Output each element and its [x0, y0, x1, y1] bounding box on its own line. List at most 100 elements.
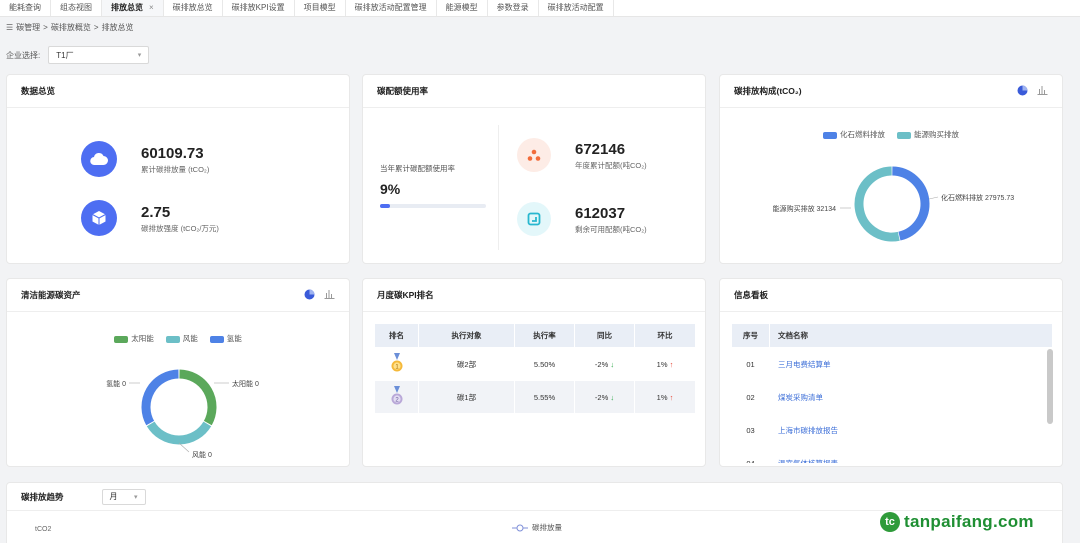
tab-emission-overview[interactable]: 排放总览 × — [102, 0, 164, 16]
composition-card: 碳排放构成(tCO₂) 化石燃料排放 能源购买排放 能源购买排放 32134 化… — [719, 74, 1063, 264]
intensity-kpi: 2.75 碳排放强度 (tCO₂/万元) — [81, 200, 219, 236]
breadcrumb-separator: > — [43, 23, 48, 32]
doc-link[interactable]: 上海市碳排放报告 — [769, 413, 1053, 447]
th-yoy: 同比 — [574, 323, 635, 348]
cube-icon — [81, 200, 117, 236]
no-cell: 01 — [731, 347, 770, 381]
breadcrumb-item[interactable]: 碳排放概览 — [51, 22, 91, 33]
table-row[interactable]: 02 煤炭采购清单 — [731, 380, 1053, 414]
legend-item[interactable]: 化石燃料排放 — [823, 129, 885, 140]
legend-item[interactable]: 氢能 — [209, 333, 242, 344]
kpi-ranking-card: 月度碳KPI排名 排名 执行对象 执行率 同比 环比 1 碳2部 5.50% -… — [362, 278, 706, 467]
mom-cell: 1% ↑ — [634, 347, 696, 381]
table-row[interactable]: 03 上海市碳排放报告 — [731, 413, 1053, 447]
th-rate: 执行率 — [514, 323, 575, 348]
close-icon[interactable]: × — [149, 3, 154, 12]
tab-parameter-entry[interactable]: 参数登录 — [488, 0, 539, 16]
tab-carbon-overview[interactable]: 碳排放总览 — [164, 0, 223, 16]
quota-card-header: 碳配额使用率 — [363, 75, 705, 108]
kpi-ranking-table-wrap: 排名 执行对象 执行率 同比 环比 1 碳2部 5.50% -2% ↓ 1% ↑… — [374, 323, 696, 414]
table-row[interactable]: 2 碳1部 5.55% -2% ↓ 1% ↑ — [374, 380, 696, 414]
tab-energy-query[interactable]: 能耗查询 — [0, 0, 51, 16]
pie-chart-icon[interactable] — [304, 289, 315, 302]
doc-link[interactable]: 温室气体核算报表 — [769, 446, 1053, 463]
donut-slice-wind[interactable] — [146, 421, 212, 445]
org-chart-icon — [517, 138, 551, 172]
company-filter: 企业选择: T1厂 ▾ — [6, 46, 150, 64]
tab-activity-config[interactable]: 碳排放活动配置 — [539, 0, 614, 16]
clean-energy-donut — [141, 369, 217, 445]
tab-kpi-settings[interactable]: 碳排放KPI设置 — [223, 0, 295, 16]
clean-energy-legend: 太阳能 风能 氢能 — [7, 333, 349, 344]
chevron-down-icon: ▾ — [137, 52, 142, 59]
donut-slice-energy-purchase[interactable] — [854, 166, 900, 242]
composition-donut-chart: 能源购买排放 32134 化石燃料排放 27975.73 — [773, 166, 1014, 242]
emission-value: 60109.73 — [141, 144, 204, 162]
legend-item[interactable]: 能源购买排放 — [897, 129, 959, 140]
quota-progress-track — [380, 204, 486, 208]
kpi-ranking-table: 排名 执行对象 执行率 同比 环比 1 碳2部 5.50% -2% ↓ 1% ↑… — [374, 323, 696, 414]
donut-slice-hydrogen[interactable] — [141, 369, 179, 426]
rank-cell: 1 — [374, 347, 419, 381]
period-select-value: 月 — [109, 492, 118, 501]
arrow-down-icon: ↓ — [610, 359, 615, 369]
legend-item[interactable]: 风能 — [165, 333, 198, 344]
quota-title: 碳配额使用率 — [377, 86, 429, 96]
composition-legend: 化石燃料排放 能源购买排放 — [720, 129, 1062, 140]
quota-usage-value: 9% — [380, 181, 401, 197]
trend-ylabel: tCO2 — [35, 526, 52, 533]
silver-medal-icon: 2 — [391, 386, 402, 405]
no-cell: 03 — [731, 413, 770, 447]
watermark: tc tanpaifang.com — [880, 512, 1034, 532]
intensity-label: 碳排放强度 (tCO₂/万元) — [141, 223, 219, 233]
trend-card-header: 碳排放趋势 月 ▾ — [7, 483, 1062, 511]
scrollbar[interactable] — [1047, 349, 1053, 424]
cloud-icon — [81, 141, 117, 177]
bar-chart-icon[interactable] — [324, 289, 335, 301]
breadcrumb-item: 排放总览 — [101, 23, 134, 32]
donut-slice-solar[interactable] — [179, 369, 217, 426]
donut-slice-fossil-fuel[interactable] — [892, 166, 930, 241]
remaining-quota-kpi: 612037 剩余可用配额(吨CO₂) — [517, 202, 647, 236]
table-row[interactable]: 01 三月电费结算单 — [731, 347, 1053, 381]
label-hydrogen: 氢能 0 — [106, 379, 126, 388]
kpi-ranking-title: 月度碳KPI排名 — [377, 290, 434, 300]
tab-scada-view[interactable]: 组态视图 — [51, 0, 102, 16]
label-energy-purchase: 能源购买排放 32134 — [773, 204, 837, 213]
overview-title: 数据总览 — [21, 86, 56, 96]
label-line — [178, 442, 190, 453]
label-fossil-fuel: 化石燃料排放 27975.73 — [941, 193, 1014, 202]
kpi-ranking-card-header: 月度碳KPI排名 — [363, 279, 705, 312]
watermark-text: tanpaifang.com — [904, 512, 1034, 531]
doc-link[interactable]: 三月电费结算单 — [769, 347, 1053, 381]
quota-usage: 当年累计碳配额使用率 9% — [380, 163, 486, 208]
doc-link[interactable]: 煤炭采购清单 — [769, 380, 1053, 414]
object-cell: 碳1部 — [418, 380, 515, 414]
info-board-table-wrap[interactable]: 序号 文档名称 01 三月电费结算单 02 煤炭采购清单 03 上海市碳排放报告… — [731, 323, 1053, 463]
yoy-cell: -2% ↓ — [574, 347, 635, 381]
quota-progress-fill — [380, 204, 390, 208]
th-object: 执行对象 — [418, 323, 515, 348]
intensity-value: 2.75 — [141, 203, 171, 221]
trend-legend[interactable]: 碳排放量 — [512, 522, 562, 533]
tab-activity-config-mgmt[interactable]: 碳排放活动配置管理 — [346, 0, 437, 16]
label-solar: 太阳能 0 — [232, 379, 259, 388]
menu-icon[interactable]: ☰ — [6, 23, 13, 32]
period-select[interactable]: 月 ▾ — [101, 488, 146, 505]
arrow-up-icon: ↑ — [669, 359, 674, 369]
quota-usage-label: 当年累计碳配额使用率 — [380, 164, 455, 173]
overview-card-header: 数据总览 — [7, 75, 349, 108]
no-cell: 02 — [731, 380, 770, 414]
emission-label: 累计碳排放量 (tCO₂) — [141, 164, 210, 174]
legend-item[interactable]: 太阳能 — [114, 333, 154, 344]
tab-project-model[interactable]: 项目模型 — [295, 0, 346, 16]
bar-chart-icon[interactable] — [1037, 85, 1048, 97]
tab-energy-model[interactable]: 能源模型 — [437, 0, 488, 16]
company-select[interactable]: T1厂 ▾ — [48, 46, 150, 64]
table-row[interactable]: 1 碳2部 5.50% -2% ↓ 1% ↑ — [374, 347, 696, 381]
remaining-quota-label: 剩余可用配额(吨CO₂) — [575, 224, 647, 234]
breadcrumb-item[interactable]: 碳管理 — [16, 22, 40, 33]
line-legend-icon — [512, 524, 528, 531]
pie-chart-icon[interactable] — [1017, 85, 1028, 98]
table-row[interactable]: 04 温室气体核算报表 — [731, 446, 1053, 463]
